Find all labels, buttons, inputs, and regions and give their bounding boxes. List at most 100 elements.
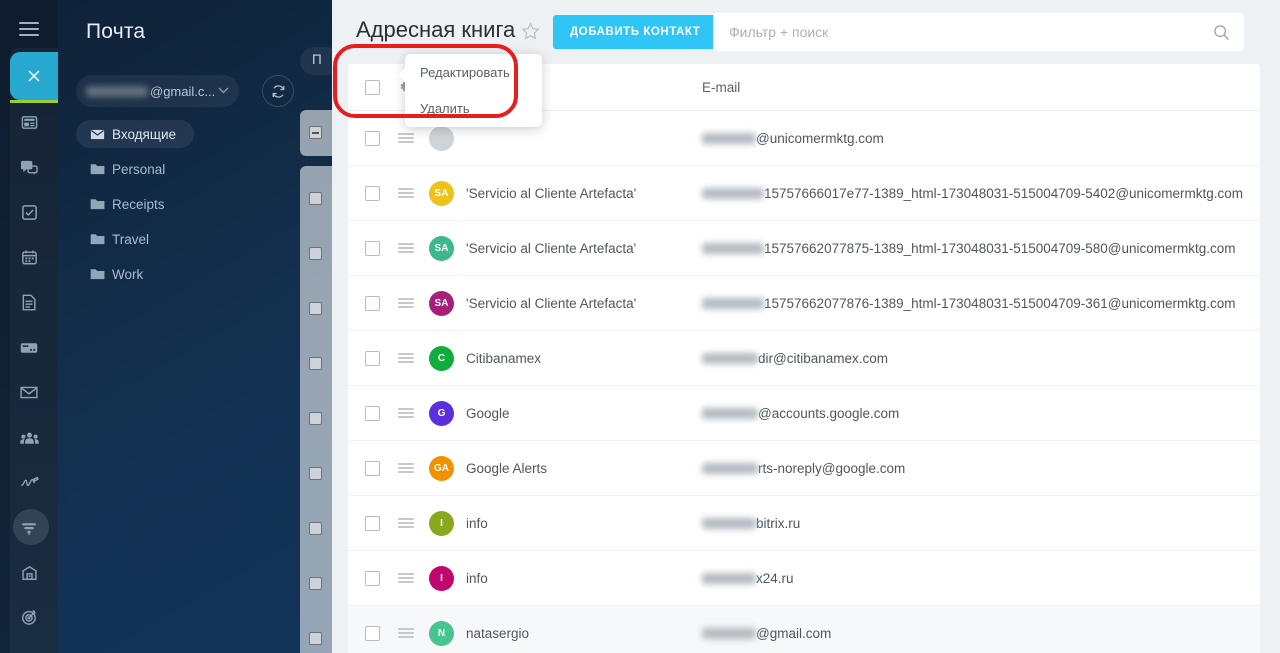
folder-list: Входящие Personal Receipts Travel Work bbox=[76, 120, 316, 295]
x-icon[interactable] bbox=[10, 52, 58, 103]
avatar: N bbox=[429, 620, 454, 646]
search-icon[interactable] bbox=[1213, 24, 1244, 41]
contact-email-cell: @accounts.google.com bbox=[702, 406, 899, 421]
contact-email-cell: @unicomermktg.com bbox=[702, 131, 884, 146]
drag-handle-icon[interactable] bbox=[398, 240, 414, 255]
folder-icon bbox=[90, 198, 112, 210]
email-redacted bbox=[702, 352, 758, 364]
contact-name: Citibanamex bbox=[466, 350, 542, 366]
drag-handle-icon[interactable] bbox=[398, 350, 414, 365]
rail-item-tasks[interactable] bbox=[0, 190, 58, 235]
table-row[interactable]: SA 'Servicio al Cliente Artefacta' 1575766… bbox=[348, 276, 1260, 331]
rail-item-shop[interactable] bbox=[0, 640, 58, 653]
rail-item-crm[interactable] bbox=[0, 505, 58, 550]
rail-item-feed[interactable] bbox=[0, 100, 58, 145]
folder-icon bbox=[90, 233, 112, 245]
rail-item-messenger[interactable] bbox=[0, 145, 58, 190]
contact-email: bitrix.ru bbox=[756, 515, 801, 531]
account-selector[interactable]: @gmail.c... bbox=[76, 75, 239, 107]
avatar: I bbox=[429, 510, 454, 536]
rail-item-close-x[interactable] bbox=[0, 52, 58, 103]
drag-handle-icon[interactable] bbox=[398, 570, 414, 585]
table-row[interactable]: G Google @accounts.google.com bbox=[348, 386, 1260, 441]
rail-item-marketing[interactable] bbox=[0, 595, 58, 640]
drag-handle-icon[interactable] bbox=[398, 130, 414, 145]
drag-handle-icon[interactable] bbox=[398, 625, 414, 640]
contacts-card: Имя E-mail @unicomermktg.comSA'Servicio … bbox=[348, 64, 1260, 653]
avatar-initials: SA bbox=[434, 187, 449, 199]
folder-item-входящие[interactable]: Входящие bbox=[76, 120, 194, 148]
row-checkbox[interactable] bbox=[365, 405, 380, 421]
folder-item-work[interactable]: Work bbox=[76, 260, 316, 288]
context-menu-item-delete[interactable]: Удалить bbox=[405, 91, 542, 128]
table-row[interactable]: Nnatasergio @gmail.com bbox=[348, 606, 1260, 653]
folder-icon bbox=[90, 268, 112, 280]
add-contact-button[interactable]: ДОБАВИТЬ КОНТАКТ bbox=[553, 15, 718, 49]
search-bar[interactable] bbox=[713, 13, 1244, 51]
contact-email-cell: 15757662077875-1389_html-173048031-51500… bbox=[702, 241, 1236, 256]
rail-item-mail[interactable] bbox=[0, 370, 58, 415]
drag-handle-icon[interactable] bbox=[398, 295, 414, 310]
star-icon[interactable] bbox=[521, 22, 540, 46]
contact-email: rts-noreply@google.com bbox=[758, 460, 906, 476]
menu-icon[interactable] bbox=[0, 14, 58, 44]
context-menu-item-edit[interactable]: Редактировать bbox=[405, 54, 542, 91]
table-row[interactable]: SA 'Servicio al Cliente Artefacta' 1575766… bbox=[348, 166, 1260, 221]
rail-item-drive[interactable] bbox=[0, 325, 58, 370]
contact-name: info bbox=[466, 515, 488, 531]
funnel-icon bbox=[20, 520, 38, 536]
bank-icon bbox=[21, 565, 38, 581]
contact-email: @unicomermktg.com bbox=[756, 130, 884, 146]
folder-item-travel[interactable]: Travel bbox=[76, 225, 316, 253]
search-input[interactable] bbox=[713, 24, 1213, 40]
folder-item-personal[interactable]: Personal bbox=[76, 155, 316, 183]
table-row[interactable]: Iinfo bitrix.ru bbox=[348, 496, 1260, 551]
row-checkbox[interactable] bbox=[365, 460, 380, 476]
drag-handle-icon[interactable] bbox=[398, 515, 414, 530]
row-checkbox[interactable] bbox=[365, 350, 380, 366]
contact-email-cell: 15757666017e77-1389_html-173048031-51500… bbox=[702, 186, 1243, 201]
drag-handle-icon[interactable] bbox=[398, 185, 414, 200]
row-checkbox[interactable] bbox=[365, 570, 380, 586]
email-redacted bbox=[702, 187, 764, 199]
column-header-email[interactable]: E-mail bbox=[702, 80, 740, 95]
rail-item-groups[interactable] bbox=[0, 415, 58, 460]
email-redacted bbox=[702, 517, 756, 529]
contact-name: natasergio bbox=[466, 625, 530, 641]
page-title: Адресная книга bbox=[356, 17, 516, 42]
avatar: GA bbox=[429, 455, 454, 481]
avatar-initials: G bbox=[437, 407, 446, 419]
row-checkbox[interactable] bbox=[365, 295, 380, 311]
row-checkbox[interactable] bbox=[365, 185, 380, 201]
contact-name: Google Alerts bbox=[466, 460, 548, 476]
rail-item-calendar[interactable] bbox=[0, 235, 58, 280]
mail-panel-title: Почта bbox=[86, 20, 146, 43]
rail-item-documents[interactable] bbox=[0, 280, 58, 325]
contact-email: @gmail.com bbox=[756, 625, 832, 641]
contact-email: 15757662077875-1389_html-173048031-51500… bbox=[764, 240, 1236, 256]
avatar-initials: GA bbox=[434, 462, 449, 474]
folder-label: Receipts bbox=[112, 196, 165, 212]
drag-handle-icon[interactable] bbox=[398, 405, 414, 420]
table-row[interactable]: C Citibanamex dir@citibanamex.com bbox=[348, 331, 1260, 386]
avatar-initials: I bbox=[440, 572, 443, 584]
table-row[interactable]: SA 'Servicio al Cliente Artefacta' 1575766… bbox=[348, 221, 1260, 276]
row-checkbox[interactable] bbox=[365, 240, 380, 256]
folder-item-receipts[interactable]: Receipts bbox=[76, 190, 316, 218]
rail-item-sign[interactable] bbox=[0, 460, 58, 505]
rail-item-company[interactable] bbox=[0, 550, 58, 595]
row-checkbox[interactable] bbox=[365, 515, 380, 531]
drag-handle-icon[interactable] bbox=[398, 460, 414, 475]
avatar: SA bbox=[429, 180, 454, 206]
row-checkbox[interactable] bbox=[365, 625, 380, 641]
contact-name: 'Servicio al Cliente Artefacta' bbox=[466, 295, 637, 311]
table-row[interactable]: GA Google Alerts rts-noreply@google.com bbox=[348, 441, 1260, 496]
chevron-down-icon bbox=[218, 86, 229, 97]
table-row[interactable]: Iinfo x24.ru bbox=[348, 551, 1260, 606]
avatar: I bbox=[429, 565, 454, 591]
email-redacted bbox=[702, 407, 758, 419]
select-all-checkbox[interactable] bbox=[365, 79, 380, 95]
refresh-icon[interactable] bbox=[262, 75, 294, 107]
contact-email: dir@citibanamex.com bbox=[758, 350, 888, 366]
row-checkbox[interactable] bbox=[365, 130, 380, 146]
